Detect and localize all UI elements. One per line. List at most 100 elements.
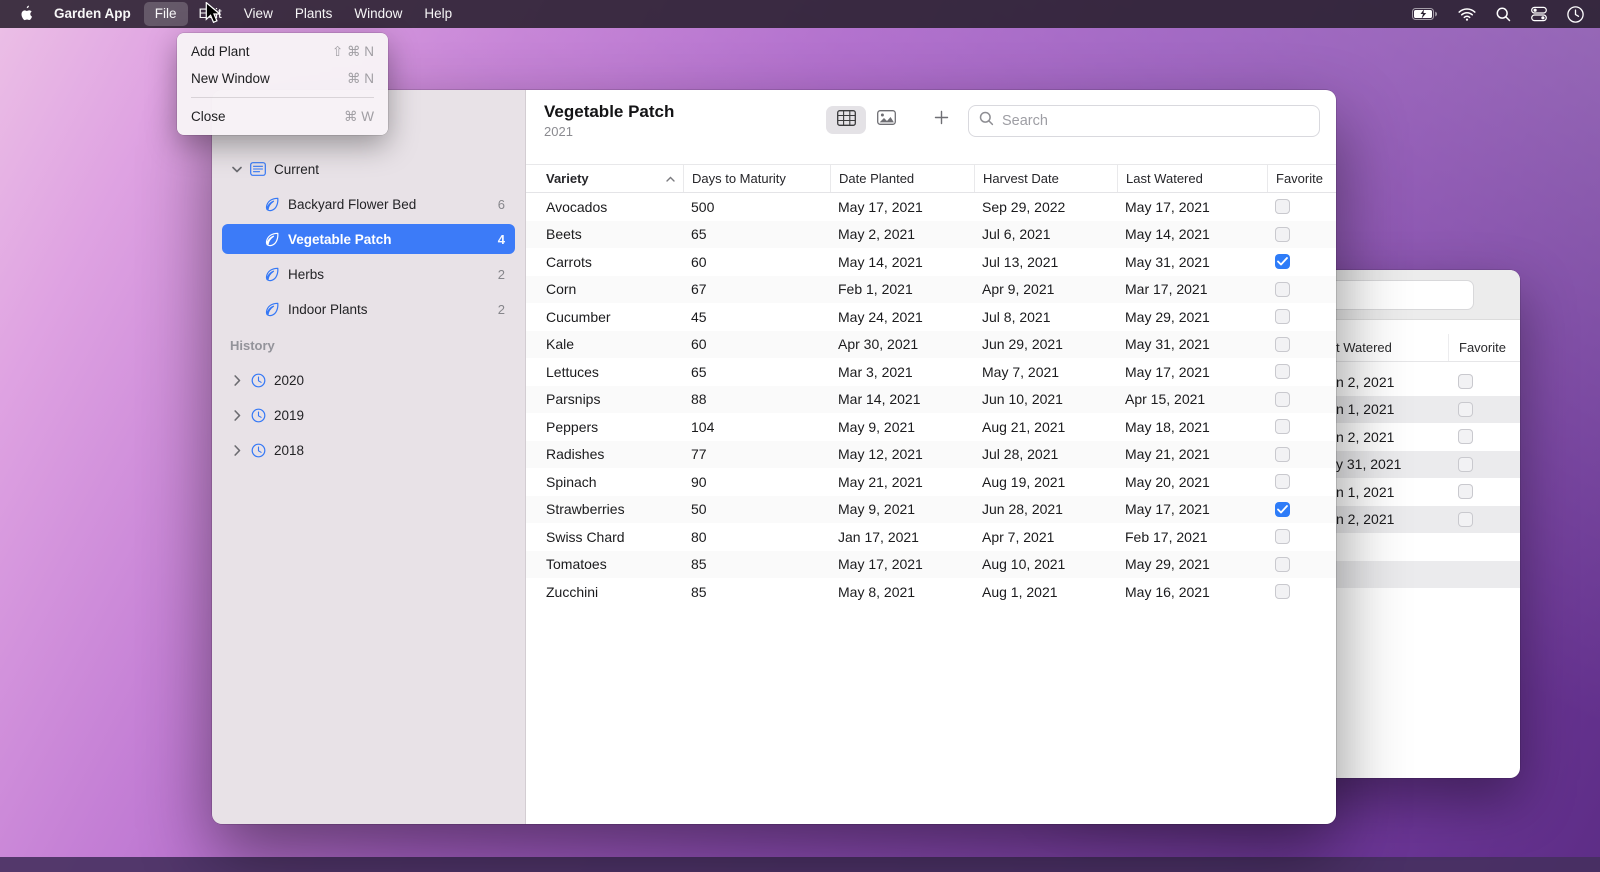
table-row-peppers[interactable]: Peppers 104 May 9, 2021 Aug 21, 2021 May 18,… [526, 413, 1336, 441]
cell-planted: Jan 17, 2021 [838, 528, 919, 545]
favorite-checkbox[interactable] [1458, 401, 1473, 417]
menubar-menu-file[interactable]: File [143, 2, 188, 26]
table-row-beets[interactable]: Beets 65 May 2, 2021 Jul 6, 2021 May 14, 202… [526, 220, 1336, 248]
sidebar-history-item-2020[interactable]: 2020 [222, 365, 515, 395]
cell-harvest: Aug 19, 2021 [982, 473, 1066, 490]
cell-watered: May 29, 2021 [1125, 556, 1210, 573]
table-row-lettuces[interactable]: Lettuces 65 Mar 3, 2021 May 7, 2021 May 17, … [526, 358, 1336, 386]
favorite-checkbox[interactable] [1458, 511, 1473, 527]
background-search-field[interactable] [1316, 280, 1474, 310]
favorite-checkbox[interactable] [1275, 336, 1290, 352]
favorite-checkbox[interactable] [1275, 446, 1290, 462]
menubar-menu-window[interactable]: Window [343, 2, 413, 26]
search-field[interactable] [968, 105, 1320, 137]
table-row-kale[interactable]: Kale 60 Apr 30, 2021 Jun 29, 2021 May 31, 20… [526, 330, 1336, 358]
menubar-menu-help[interactable]: Help [413, 2, 463, 26]
favorite-checkbox[interactable] [1458, 456, 1473, 472]
favorite-checkbox[interactable] [1275, 556, 1290, 572]
cell-variety: Corn [546, 281, 577, 298]
favorite-checkbox[interactable] [1275, 584, 1290, 600]
cell-favorite [1448, 484, 1520, 500]
file-menu-item-new-window[interactable]: New Window ⌘ N [182, 65, 383, 92]
table-row-radishes[interactable]: Radishes 77 May 12, 2021 Jul 28, 2021 May 21… [526, 440, 1336, 468]
menubar-menu-view[interactable]: View [233, 2, 284, 26]
apple-menu[interactable] [10, 5, 43, 24]
cell-favorite [1448, 456, 1520, 472]
chevron-right-icon[interactable] [230, 444, 244, 456]
control-center-icon[interactable] [1531, 6, 1547, 22]
table-row-parsnips[interactable]: Parsnips 88 Mar 14, 2021 Jun 10, 2021 Apr 15… [526, 385, 1336, 413]
menubar-app-name[interactable]: Garden App [43, 2, 142, 26]
sidebar-item-indoor-plants[interactable]: Indoor Plants 2 [222, 294, 515, 324]
file-menu-item-add-plant[interactable]: Add Plant ⇧ ⌘ N [182, 38, 383, 65]
menubar-menu-edit[interactable]: Edit [188, 2, 233, 26]
column-header-date-planted[interactable]: Date Planted [830, 165, 974, 192]
column-header-last-watered[interactable]: Last Watered [1117, 165, 1267, 192]
table-row-zucchini[interactable]: Zucchini 85 May 8, 2021 Aug 1, 2021 May 16, … [526, 578, 1336, 606]
favorite-checkbox[interactable] [1275, 474, 1290, 490]
sidebar-item-herbs[interactable]: Herbs 2 [222, 259, 515, 289]
cell-favorite [1267, 309, 1336, 325]
table-row-strawberries[interactable]: Strawberries 50 May 9, 2021 Jun 28, 2021 May… [526, 495, 1336, 523]
chevron-right-icon[interactable] [230, 409, 244, 421]
menu-bar: Garden App File Edit View Plants Window Help [0, 0, 1600, 28]
favorite-checkbox[interactable] [1275, 281, 1290, 297]
sidebar-item-label: Backyard Flower Bed [288, 196, 417, 212]
sidebar-item-vegetable-patch[interactable]: Vegetable Patch 4 [222, 224, 515, 254]
cell-harvest: Jun 28, 2021 [982, 501, 1063, 518]
column-header-days-to-maturity[interactable]: Days to Maturity [683, 165, 830, 192]
column-header-label: Favorite [1276, 171, 1323, 186]
favorite-checkbox[interactable] [1458, 484, 1473, 500]
sidebar-history-item-2019[interactable]: 2019 [222, 400, 515, 430]
cell-favorite [1267, 446, 1336, 462]
favorite-checkbox[interactable] [1275, 309, 1290, 325]
wifi-icon[interactable] [1458, 7, 1476, 21]
cell-days: 67 [691, 281, 707, 298]
cell-harvest: Apr 9, 2021 [982, 281, 1055, 298]
column-header-variety[interactable]: Variety [526, 165, 683, 192]
cell-harvest: May 7, 2021 [982, 363, 1060, 380]
page-title: Vegetable Patch [544, 102, 675, 121]
chevron-right-icon[interactable] [230, 374, 244, 386]
favorite-checkbox[interactable] [1458, 429, 1473, 445]
table-grid-icon [836, 109, 856, 131]
menubar-menu-plants[interactable]: Plants [284, 2, 344, 26]
cell-planted: May 14, 2021 [838, 253, 923, 270]
column-header-harvest-date[interactable]: Harvest Date [974, 165, 1117, 192]
favorite-checkbox[interactable] [1275, 419, 1290, 435]
battery-icon[interactable] [1412, 8, 1438, 20]
table-row-avocados[interactable]: Avocados 500 May 17, 2021 Sep 29, 2022 May 1… [526, 193, 1336, 221]
table-row-corn[interactable]: Corn 67 Feb 1, 2021 Apr 9, 2021 Mar 17, 2021 [526, 275, 1336, 303]
table-row-swiss-chard[interactable]: Swiss Chard 80 Jan 17, 2021 Apr 7, 2021 Feb … [526, 523, 1336, 551]
favorite-checkbox[interactable] [1275, 391, 1290, 407]
favorite-checkbox[interactable] [1275, 501, 1290, 517]
favorite-checkbox[interactable] [1275, 529, 1290, 545]
clock-icon[interactable] [1567, 5, 1584, 23]
table-row-carrots[interactable]: Carrots 60 May 14, 2021 Jul 13, 2021 May 31,… [526, 248, 1336, 276]
photo-view-button[interactable] [866, 106, 906, 134]
chevron-down-icon[interactable] [230, 166, 244, 173]
add-plant-button[interactable] [926, 106, 956, 134]
column-header-label: Last Watered [1126, 171, 1203, 186]
favorite-checkbox[interactable] [1275, 254, 1290, 270]
column-header-favorite[interactable]: Favorite [1267, 165, 1336, 192]
cell-days: 60 [691, 336, 707, 353]
file-menu-item-close[interactable]: Close ⌘ W [182, 103, 383, 130]
favorite-checkbox[interactable] [1275, 226, 1290, 242]
table-view-button[interactable] [826, 106, 866, 134]
favorite-checkbox[interactable] [1275, 199, 1290, 215]
table-row-tomatoes[interactable]: Tomatoes 85 May 17, 2021 Aug 10, 2021 May 29… [526, 550, 1336, 578]
sidebar-history-item-2018[interactable]: 2018 [222, 435, 515, 465]
cell-days: 45 [691, 308, 707, 325]
search-icon[interactable] [1496, 7, 1511, 22]
leaf-icon [262, 231, 282, 247]
sidebar-item-backyard-flower-bed[interactable]: Backyard Flower Bed 6 [222, 189, 515, 219]
sidebar-item-count: 2 [497, 266, 505, 282]
search-input[interactable] [1002, 113, 1292, 129]
background-column-header-favorite[interactable]: Favorite [1448, 334, 1520, 361]
favorite-checkbox[interactable] [1275, 364, 1290, 380]
favorite-checkbox[interactable] [1458, 374, 1473, 390]
table-row-spinach[interactable]: Spinach 90 May 21, 2021 Aug 19, 2021 May 20,… [526, 468, 1336, 496]
table-row-cucumber[interactable]: Cucumber 45 May 24, 2021 Jul 8, 2021 May 29,… [526, 303, 1336, 331]
sidebar-section-current[interactable]: Current [222, 154, 515, 184]
